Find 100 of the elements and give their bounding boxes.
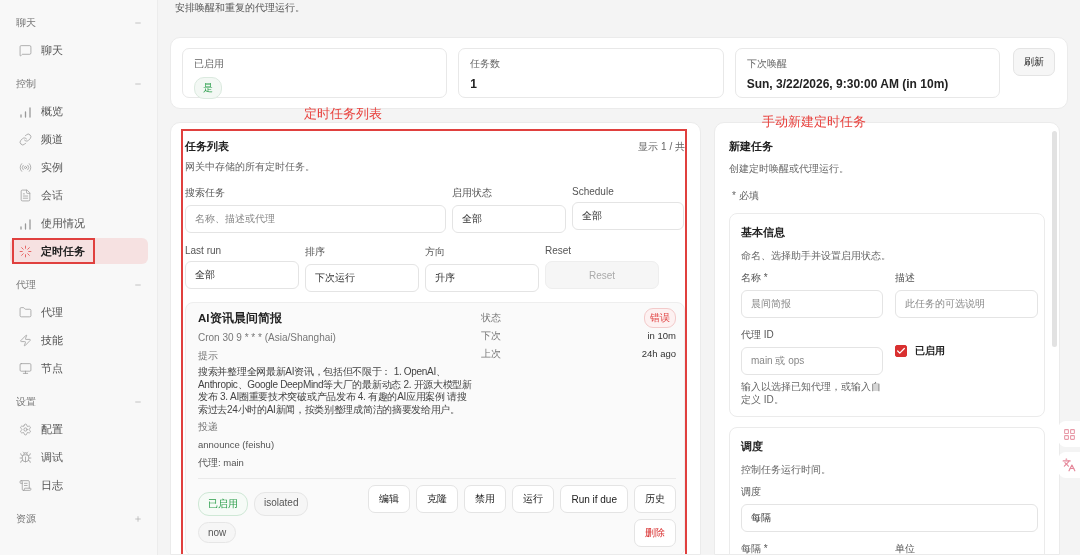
tag: 已启用 — [198, 492, 248, 516]
input-field[interactable]: 晨间简报 — [741, 290, 883, 318]
panel-subtitle: 创建定时唤醒或代理运行。 — [729, 162, 850, 176]
action-button[interactable]: 历史 — [634, 485, 676, 513]
agent-text: 代理: main — [198, 457, 245, 470]
hint-text: 输入以选择已知代理，或输入自定义 ID。 — [741, 380, 882, 406]
section-title: 调度 — [741, 439, 764, 454]
sidebar-item[interactable]: 技能 — [10, 327, 148, 353]
page-subtitle: 安排唤醒和重复的代理运行。 — [174, 1, 306, 15]
sidebar-item[interactable]: 实例 — [10, 154, 148, 180]
section-title: 控制 — [16, 78, 36, 90]
select-field[interactable]: 下次运行 — [305, 264, 419, 292]
field-label: 调度 — [741, 485, 762, 499]
expand-icon[interactable] — [134, 515, 142, 523]
collapse-icon[interactable] — [134, 19, 142, 27]
section-title: 设置 — [16, 396, 36, 408]
action-button[interactable]: 编辑 — [368, 485, 411, 513]
annotation-text: 定时任务列表 — [304, 105, 382, 123]
select-field[interactable]: 每隔 — [741, 504, 1038, 532]
sidebar-item[interactable]: 调试 — [10, 444, 148, 470]
sidebar-item[interactable]: 日志 — [10, 472, 148, 498]
apps-icon[interactable] — [1058, 421, 1080, 447]
filter-label: 启用状态 — [452, 186, 493, 200]
stat-label: 下次唤醒 — [746, 57, 788, 71]
stat-value: Sun, 3/22/2026, 9:30:00 AM (in 10m) — [746, 77, 950, 91]
delete-button[interactable]: 删除 — [634, 519, 676, 547]
sidebar-item[interactable]: 频道 — [10, 126, 148, 152]
search-field[interactable]: 名称、描述或代理 — [185, 205, 446, 233]
action-button[interactable]: Run if due — [560, 485, 628, 513]
select-field[interactable]: 全部 — [185, 261, 299, 289]
sidebar-item[interactable]: 概览 — [10, 98, 148, 124]
count-text: 显示 1 / 共 — [638, 139, 685, 154]
sidebar-item[interactable]: 节点 — [10, 355, 148, 381]
select-field[interactable]: 升序 — [425, 264, 539, 292]
filter-label: 方向 — [425, 245, 446, 259]
action-button[interactable]: 克隆 — [416, 485, 459, 513]
select-field[interactable]: 全部 — [572, 202, 684, 230]
section-title: 资源 — [16, 513, 36, 525]
document-icon — [19, 188, 32, 202]
enabled-checkbox[interactable]: 已启用 — [895, 328, 1038, 358]
panel-title: 新建任务 — [729, 139, 774, 154]
status-badge: 错误 — [644, 307, 676, 328]
status-badge: 是 — [194, 77, 222, 99]
filter-label: 排序 — [305, 245, 326, 259]
spinner-icon — [19, 244, 32, 258]
meta-label: 状态 — [481, 310, 501, 325]
action-button[interactable]: 禁用 — [464, 485, 507, 513]
collapse-icon[interactable] — [134, 281, 142, 289]
meta-label: 上次 — [481, 346, 501, 361]
link-icon — [19, 132, 32, 146]
action-button[interactable]: 运行 — [512, 485, 555, 513]
sidebar-item[interactable]: 使用情况 — [10, 210, 148, 236]
sidebar-item[interactable]: 会话 — [10, 182, 148, 208]
panel-subtitle: 网关中存储的所有定时任务。 — [185, 160, 316, 174]
stat-value: 1 — [470, 77, 478, 91]
panel-title: 任务列表 — [185, 139, 229, 154]
section-title: 代理 — [16, 279, 36, 291]
meta-label: 下次 — [481, 328, 501, 343]
monitor-icon — [19, 361, 32, 375]
sidebar-item[interactable]: 定时任务 — [10, 238, 148, 264]
bug-icon — [19, 450, 32, 464]
field-label: 代理 ID — [741, 328, 775, 342]
tag: isolated — [254, 492, 309, 516]
sidebar-item[interactable]: 聊天 — [10, 37, 148, 63]
scroll-icon — [19, 478, 32, 492]
required-note: * 必填 — [731, 189, 760, 203]
refresh-button[interactable]: 刷新 — [1013, 48, 1055, 76]
field-label: 名称 * — [741, 271, 769, 285]
job-name: AI资讯晨间简报 — [198, 311, 283, 326]
sidebar-item[interactable]: 配置 — [10, 416, 148, 442]
stat-label: 已启用 — [194, 57, 225, 71]
folder-icon — [19, 305, 32, 319]
meta-value: 24h ago — [641, 348, 676, 359]
delivery-text: announce (feishu) — [198, 439, 276, 450]
settings-icon — [19, 422, 32, 436]
filter-label: 搜索任务 — [185, 186, 226, 200]
select-field[interactable]: 全部 — [452, 205, 566, 233]
filter-label: Schedule — [572, 186, 615, 197]
sidebar-item[interactable]: 代理 — [10, 299, 148, 325]
field-label: 单位 — [895, 542, 916, 554]
meta-value: in 10m — [647, 330, 676, 341]
field-label: 描述 — [895, 271, 916, 285]
field-label: 每隔 * — [741, 542, 769, 554]
lightning-icon — [19, 333, 32, 347]
highlight-frame: 定时任务 — [12, 238, 95, 264]
section-title: 聊天 — [16, 17, 36, 29]
prompt-text: 搜索并整理全网最新AI资讯，包括但不限于： 1. OpenAI、Anthropic、Google DeepMind等大厂的最新动态 2. 开源大模型新发布 3. AI圈重要技术突破或产品发布 4. 有趣的AI应用案例 请搜索过去24小时的AI新闻，按类别整理成简洁的摘要发给用户。 — [198, 366, 473, 416]
section-description: 命名、选择助手并设置启用状态。 — [741, 249, 892, 263]
filter-label: Reset — [545, 245, 573, 256]
schedule-text: Cron 30 9 * * * (Asia/Shanghai) — [198, 332, 337, 343]
translate-icon[interactable] — [1058, 452, 1080, 478]
input-field[interactable]: main 或 ops — [741, 347, 883, 375]
stat-label: 任务数 — [470, 57, 502, 71]
collapse-icon[interactable] — [134, 80, 142, 88]
tag: now — [198, 522, 237, 543]
check-icon — [896, 346, 906, 356]
broadcast-icon — [19, 160, 32, 174]
input-field[interactable]: 此任务的可选说明 — [895, 290, 1038, 318]
collapse-icon[interactable] — [134, 398, 142, 406]
filter-label: Last run — [185, 245, 223, 256]
